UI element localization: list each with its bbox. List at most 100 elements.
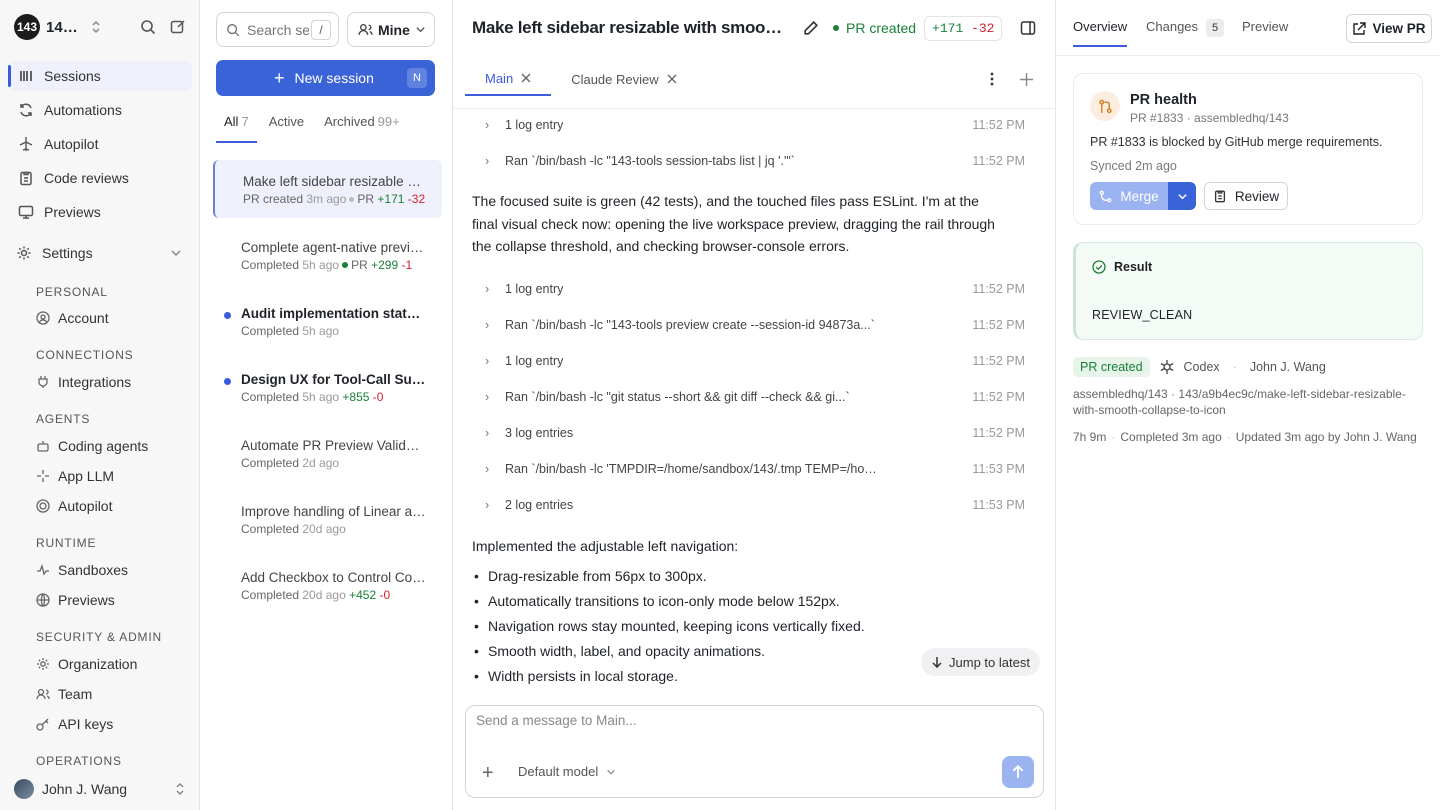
workspace-logo: 143	[14, 14, 40, 40]
lines-removed: -32	[407, 192, 426, 206]
session-item[interactable]: Make left sidebar resizable with smooth …	[213, 160, 442, 218]
session-title: Improve handling of Linear and	[241, 504, 426, 519]
tab-archived[interactable]: Archived 99+	[316, 114, 408, 143]
author-name: John J. Wang	[1249, 360, 1326, 374]
log-entry[interactable]: › Ran `/bin/bash -lc "143-tools session-t…	[485, 151, 1025, 171]
log-entry-time: 11:52 PM	[972, 426, 1025, 440]
close-icon[interactable]	[667, 74, 677, 84]
changes-count-badge: 5	[1206, 19, 1225, 37]
log-entry[interactable]: › Ran `/bin/bash -lc "143-tools preview c…	[485, 315, 1025, 335]
nav-item-code-reviews[interactable]: Code reviews	[8, 163, 192, 193]
session-meta: Completed 20d ago	[241, 522, 431, 536]
list-item: Drag-resizable from 56px to 300px.	[472, 566, 865, 591]
diff-stats[interactable]: +171 -32	[924, 15, 1003, 41]
message-input[interactable]	[476, 713, 1016, 735]
pencil-icon[interactable]	[802, 20, 819, 37]
session-item[interactable]: Improve handling of Linear and Completed…	[213, 490, 442, 548]
tab-label: All	[224, 114, 239, 129]
log-entry[interactable]: › Ran `/bin/bash -lc 'TMPDIR=/home/sandbo…	[485, 459, 1025, 479]
session-status: PR created	[243, 192, 304, 206]
review-button[interactable]: Review	[1204, 182, 1288, 210]
settings-item-team[interactable]: Team	[36, 683, 92, 705]
merge-options-button[interactable]	[1168, 182, 1196, 210]
settings-item-integrations[interactable]: Integrations	[36, 371, 131, 393]
updated-time: Updated 3m ago by John J. Wang	[1235, 430, 1417, 444]
session-status: Completed	[241, 588, 300, 602]
nav-item-sessions[interactable]: Sessions	[8, 61, 192, 91]
users-icon	[358, 22, 373, 37]
log-entry[interactable]: › 3 log entries 11:52 PM	[485, 423, 1025, 443]
log-entry[interactable]: › 1 log entry 11:52 PM	[485, 351, 1025, 371]
more-vertical-icon[interactable]	[990, 72, 994, 86]
new-session-button[interactable]: + New session N	[216, 60, 435, 96]
panel-toggle-icon[interactable]	[1020, 20, 1036, 36]
close-icon[interactable]	[521, 73, 531, 83]
scope-dropdown[interactable]: Mine	[347, 12, 435, 47]
log-entry[interactable]: › 1 log entry 11:52 PM	[485, 279, 1025, 299]
session-item[interactable]: Audit implementation status of Completed…	[213, 292, 442, 350]
chevron-right-icon: ›	[485, 390, 490, 404]
session-ago: 20d ago	[302, 588, 346, 602]
merge-button[interactable]: Merge	[1090, 182, 1168, 210]
session-item[interactable]: Add Checkbox to Control Code Completed 2…	[213, 556, 442, 614]
view-pr-button[interactable]: View PR	[1346, 14, 1432, 43]
session-status: Completed	[241, 324, 300, 338]
tab-changes[interactable]: Changes 5	[1146, 19, 1225, 37]
log-entry[interactable]: › 1 log entry 11:52 PM	[485, 115, 1025, 135]
settings-item-app-llm[interactable]: App LLM	[36, 465, 114, 487]
search-input[interactable]	[247, 21, 309, 38]
settings-item-autopilot[interactable]: Autopilot	[36, 495, 112, 517]
settings-item-sandboxes[interactable]: Sandboxes	[36, 559, 128, 581]
settings-item-coding-agents[interactable]: Coding agents	[36, 435, 148, 457]
nav-item-autopilot[interactable]: Autopilot	[8, 129, 192, 159]
settings-item-label: Account	[58, 310, 109, 326]
session-ago: 3m ago	[306, 192, 347, 206]
nav-item-label: Autopilot	[44, 136, 99, 152]
settings-item-previews[interactable]: Previews	[36, 589, 115, 611]
pr-label: PR	[351, 258, 368, 272]
log-entry-time: 11:53 PM	[972, 498, 1025, 512]
jump-to-latest-button[interactable]: Jump to latest	[921, 648, 1040, 676]
session-item[interactable]: Design UX for Tool-Call Summary Complete…	[213, 358, 442, 416]
tab-claude-review[interactable]: Claude Review	[551, 62, 696, 96]
settings-item-api-keys[interactable]: API keys	[36, 713, 113, 735]
session-item[interactable]: Automate PR Preview Validation Completed…	[213, 424, 442, 482]
log-entry-time: 11:52 PM	[972, 318, 1025, 332]
search-icon[interactable]	[140, 19, 156, 35]
tab-preview[interactable]: Preview	[1242, 19, 1288, 34]
review-label: Review	[1234, 188, 1280, 204]
nav-item-automations[interactable]: Automations	[8, 95, 192, 125]
pr-status-badge: PR created	[833, 20, 916, 36]
chevron-down-icon[interactable]	[170, 247, 182, 259]
sync-status: Synced 2m ago	[1090, 159, 1177, 173]
chevron-down-icon	[606, 767, 616, 777]
log-entry[interactable]: › 2 log entries 11:53 PM	[485, 495, 1025, 515]
attach-icon[interactable]: +	[482, 762, 494, 785]
settings-item-account[interactable]: Account	[36, 307, 109, 329]
user-menu[interactable]: John J. Wang	[14, 779, 186, 799]
log-entry-text: 1 log entry	[505, 282, 564, 296]
tab-active[interactable]: Active	[261, 114, 312, 143]
tab-overview[interactable]: Overview	[1073, 19, 1128, 47]
session-title: Complete agent-native preview	[241, 240, 426, 255]
send-button[interactable]	[1002, 756, 1034, 788]
nav-item-settings[interactable]: Settings	[8, 238, 192, 268]
workspace-switcher[interactable]: 143 143...	[14, 14, 186, 40]
log-entry[interactable]: › Ran `/bin/bash -lc "git status --short …	[485, 387, 1025, 407]
settings-item-organization[interactable]: Organization	[36, 653, 137, 675]
nav-item-previews[interactable]: Previews	[8, 197, 192, 227]
compose-icon[interactable]	[170, 19, 186, 35]
chevron-down-icon	[415, 24, 426, 35]
clipboard-icon	[1213, 189, 1227, 203]
add-tab-icon[interactable]	[1020, 72, 1033, 86]
tab-count: 99+	[377, 114, 400, 129]
chevron-updown-icon[interactable]	[90, 20, 102, 34]
model-selector[interactable]: Default model	[518, 764, 616, 779]
session-item[interactable]: Complete agent-native preview Completed …	[213, 226, 442, 284]
nav-item-label: Sessions	[44, 68, 101, 84]
tab-main[interactable]: Main	[465, 62, 552, 96]
session-title: Make left sidebar resizable with smooth …	[243, 174, 428, 189]
unread-dot	[224, 378, 231, 385]
tab-all[interactable]: All 7	[216, 114, 257, 143]
session-search[interactable]: /	[216, 12, 339, 47]
